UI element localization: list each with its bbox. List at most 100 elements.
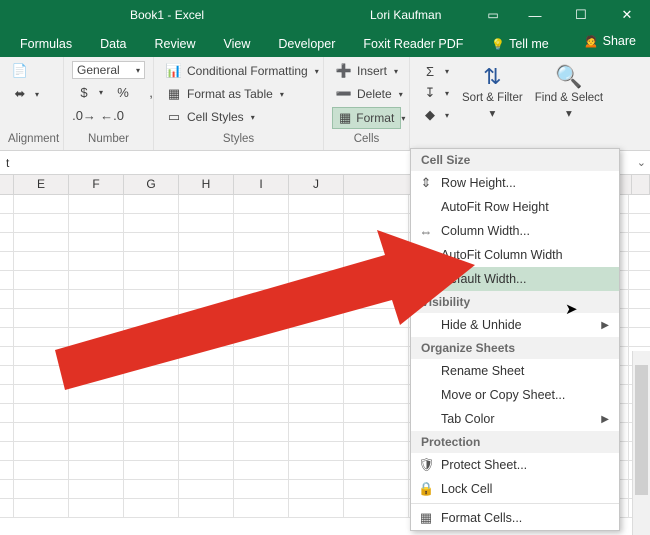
close-button[interactable]: ✕ (604, 0, 650, 30)
cell[interactable] (0, 347, 14, 365)
cell[interactable] (124, 404, 179, 422)
cell[interactable] (69, 480, 124, 498)
cell[interactable] (179, 347, 234, 365)
col-H[interactable]: H (179, 175, 234, 194)
format-cells-button[interactable]: ▦Format▾ (332, 107, 401, 129)
cell[interactable] (124, 499, 179, 517)
clear-button[interactable]: ◆▾ (418, 105, 453, 125)
cell[interactable] (124, 347, 179, 365)
cell[interactable] (69, 404, 124, 422)
cell[interactable] (344, 290, 409, 308)
menu-protect-sheet[interactable]: 🛡Protect Sheet... (411, 453, 619, 477)
col-I[interactable]: I (234, 175, 289, 194)
decrease-decimal-button[interactable]: ←.0 (100, 105, 124, 125)
cell[interactable] (69, 461, 124, 479)
tab-tellme[interactable]: Tell me (477, 33, 562, 57)
cell[interactable] (234, 271, 289, 289)
menu-lock-cell[interactable]: 🔒Lock Cell (411, 477, 619, 501)
fill-button[interactable]: ↧▾ (418, 83, 453, 103)
cell[interactable] (344, 480, 409, 498)
cell[interactable] (234, 480, 289, 498)
cell[interactable] (14, 480, 69, 498)
cell[interactable] (234, 442, 289, 460)
cell[interactable] (179, 309, 234, 327)
cell[interactable] (124, 366, 179, 384)
cell[interactable] (69, 366, 124, 384)
cell[interactable] (124, 442, 179, 460)
wrap-text-button[interactable]: 📄 (8, 61, 55, 81)
menu-tab-color[interactable]: Tab Color▶ (411, 407, 619, 431)
autosum-button[interactable]: Σ▾ (418, 61, 453, 81)
delete-cells-button[interactable]: ➖Delete▾ (332, 84, 401, 104)
menu-autofit-row[interactable]: AutoFit Row Height (411, 195, 619, 219)
cell[interactable] (289, 233, 344, 251)
cell[interactable] (179, 195, 234, 213)
cell[interactable] (124, 195, 179, 213)
sort-filter-button[interactable]: ⇅ Sort & Filter▾ (459, 61, 526, 120)
cell[interactable] (289, 271, 344, 289)
cell[interactable] (124, 328, 179, 346)
cell[interactable] (69, 423, 124, 441)
col-E[interactable]: E (14, 175, 69, 194)
cell[interactable] (344, 499, 409, 517)
cell[interactable] (0, 480, 14, 498)
cell[interactable] (69, 290, 124, 308)
cell[interactable] (0, 499, 14, 517)
cell[interactable] (179, 404, 234, 422)
cell[interactable] (69, 271, 124, 289)
cell[interactable] (179, 366, 234, 384)
cell[interactable] (14, 385, 69, 403)
cell[interactable] (234, 328, 289, 346)
cell[interactable] (14, 290, 69, 308)
cell[interactable] (14, 347, 69, 365)
cell[interactable] (289, 366, 344, 384)
cell[interactable] (179, 499, 234, 517)
ribbon-options-icon[interactable]: ▭ (478, 0, 508, 30)
cell[interactable] (0, 423, 14, 441)
insert-cells-button[interactable]: ➕Insert▾ (332, 61, 401, 81)
cell[interactable] (234, 385, 289, 403)
cell[interactable] (0, 385, 14, 403)
tab-formulas[interactable]: Formulas (6, 33, 86, 57)
cell[interactable] (0, 271, 14, 289)
cell[interactable] (14, 214, 69, 232)
cell[interactable] (289, 347, 344, 365)
cell[interactable] (14, 499, 69, 517)
cell[interactable] (179, 461, 234, 479)
cell[interactable] (124, 423, 179, 441)
cell[interactable] (234, 423, 289, 441)
cell[interactable] (124, 461, 179, 479)
cell[interactable] (14, 309, 69, 327)
cell[interactable] (0, 195, 14, 213)
cell[interactable] (69, 385, 124, 403)
increase-decimal-button[interactable]: .0→ (72, 105, 96, 125)
cell[interactable] (124, 385, 179, 403)
tab-view[interactable]: View (210, 33, 265, 57)
cell[interactable] (179, 214, 234, 232)
cell[interactable] (289, 214, 344, 232)
cell[interactable] (234, 347, 289, 365)
cell[interactable] (344, 423, 409, 441)
vertical-scrollbar[interactable] (632, 351, 650, 535)
cell[interactable] (234, 233, 289, 251)
cell[interactable] (14, 423, 69, 441)
menu-rename-sheet[interactable]: Rename Sheet (411, 359, 619, 383)
cell[interactable] (179, 423, 234, 441)
cell[interactable] (14, 233, 69, 251)
cell[interactable] (344, 328, 409, 346)
tab-developer[interactable]: Developer (264, 33, 349, 57)
cell[interactable] (14, 442, 69, 460)
cell[interactable] (179, 385, 234, 403)
cell[interactable] (289, 461, 344, 479)
col-blank[interactable] (0, 175, 14, 194)
menu-autofit-column[interactable]: AutoFit Column Width (411, 243, 619, 267)
cell[interactable] (124, 271, 179, 289)
cell[interactable] (179, 442, 234, 460)
cell[interactable] (14, 328, 69, 346)
cell[interactable] (289, 499, 344, 517)
cell[interactable] (289, 385, 344, 403)
cell[interactable] (0, 290, 14, 308)
cell[interactable] (234, 309, 289, 327)
cell[interactable] (0, 442, 14, 460)
cell[interactable] (69, 499, 124, 517)
